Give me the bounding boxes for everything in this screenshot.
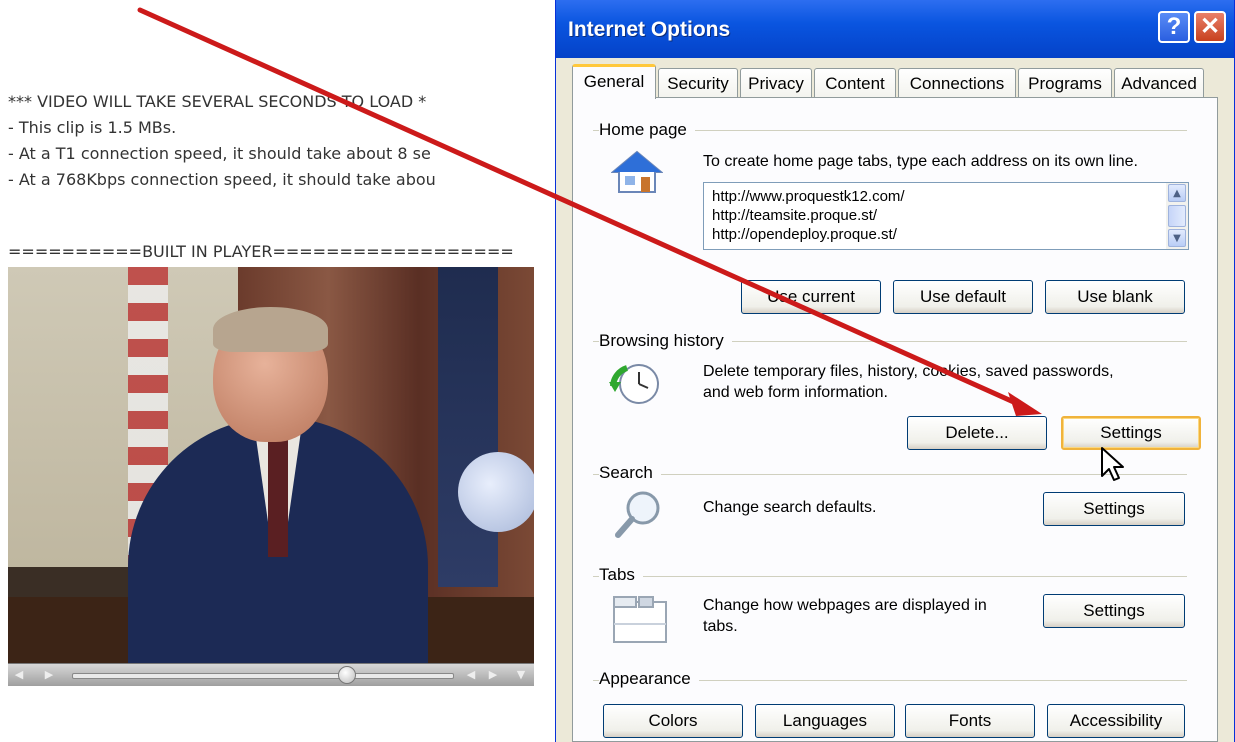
tabs-desc-line1: Change how webpages are displayed in — [703, 597, 987, 614]
search-description: Change search defaults. — [703, 499, 877, 516]
history-clock-icon — [609, 364, 659, 404]
tab-content[interactable]: Content — [814, 68, 896, 98]
tabs-label: Tabs — [599, 565, 643, 585]
browsing-history-desc-line1: Delete temporary files, history, cookies… — [703, 363, 1114, 380]
seek-track[interactable] — [72, 673, 454, 679]
tab-advanced[interactable]: Advanced — [1114, 68, 1204, 98]
house-icon — [611, 150, 663, 193]
tab-general[interactable]: General — [572, 64, 656, 99]
appearance-label: Appearance — [599, 669, 699, 689]
rewind-icon[interactable]: ◀ — [464, 668, 478, 682]
tabs-desc-line2: tabs. — [703, 618, 738, 635]
home-page-description: To create home page tabs, type each addr… — [703, 153, 1138, 170]
textarea-scrollbar[interactable]: ▲ ▼ — [1166, 183, 1188, 249]
dialog-title: Internet Options — [568, 18, 731, 41]
title-bar[interactable]: Internet Options ? ✕ — [556, 0, 1234, 58]
general-tab-panel: Home page To create home page tabs, type… — [572, 97, 1218, 742]
help-button[interactable]: ? — [1158, 11, 1190, 43]
video-player-frame[interactable] — [8, 267, 534, 663]
browsing-history-desc-line2: and web form information. — [703, 384, 888, 401]
search-divider — [593, 474, 1187, 475]
tab-privacy[interactable]: Privacy — [740, 68, 812, 98]
home-page-urls-textarea[interactable]: http://www.proquestk12.com/ http://teams… — [703, 182, 1189, 250]
browsing-history-label: Browsing history — [599, 331, 732, 351]
internet-options-dialog: Internet Options ? ✕ General Security Pr… — [555, 0, 1235, 742]
accessibility-button[interactable]: Accessibility — [1047, 704, 1185, 738]
tab-connections[interactable]: Connections — [898, 68, 1016, 98]
play-icon[interactable]: ▶ — [42, 668, 56, 682]
scroll-down-icon[interactable]: ▼ — [1168, 229, 1186, 247]
home-url-line: http://opendeploy.proque.st/ — [712, 226, 897, 243]
tab-security[interactable]: Security — [658, 68, 738, 98]
t1-speed-line: - At a T1 connection speed, it should ta… — [8, 144, 431, 163]
player-controls: ◀ ▶ ◀ ▶ ▼ — [8, 663, 534, 686]
forward-icon[interactable]: ▶ — [486, 668, 500, 682]
delete-history-button[interactable]: Delete... — [907, 416, 1047, 450]
tabs-settings-button[interactable]: Settings — [1043, 594, 1185, 628]
seek-handle[interactable] — [338, 666, 356, 684]
menu-chevron-icon[interactable]: ▼ — [514, 668, 528, 682]
search-settings-button[interactable]: Settings — [1043, 492, 1185, 526]
tabs-window-icon — [613, 596, 667, 643]
use-current-button[interactable]: Use current — [741, 280, 881, 314]
video-load-notice: *** VIDEO WILL TAKE SEVERAL SECONDS TO L… — [8, 92, 427, 111]
scroll-thumb[interactable] — [1168, 205, 1186, 227]
use-blank-button[interactable]: Use blank — [1045, 280, 1185, 314]
768k-speed-line: - At a 768Kbps connection speed, it shou… — [8, 170, 436, 189]
magnifier-icon — [615, 491, 660, 538]
scroll-up-icon[interactable]: ▲ — [1168, 184, 1186, 202]
languages-button[interactable]: Languages — [755, 704, 895, 738]
tabs-divider — [593, 576, 1187, 577]
search-label: Search — [599, 463, 661, 483]
home-url-line: http://teamsite.proque.st/ — [712, 207, 878, 224]
history-settings-button[interactable]: Settings — [1061, 416, 1201, 450]
fonts-button[interactable]: Fonts — [905, 704, 1035, 738]
close-button[interactable]: ✕ — [1194, 11, 1226, 43]
volume-icon[interactable]: ◀ — [12, 668, 26, 682]
tab-programs[interactable]: Programs — [1018, 68, 1112, 98]
clip-size-line: - This clip is 1.5 MBs. — [8, 118, 177, 137]
mouse-cursor-icon — [1101, 447, 1124, 481]
player-header: ==========BUILT IN PLAYER===============… — [8, 242, 514, 261]
home-page-label: Home page — [599, 120, 695, 140]
colors-button[interactable]: Colors — [603, 704, 743, 738]
home-url-line: http://www.proquestk12.com/ — [712, 188, 905, 205]
use-default-button[interactable]: Use default — [893, 280, 1033, 314]
